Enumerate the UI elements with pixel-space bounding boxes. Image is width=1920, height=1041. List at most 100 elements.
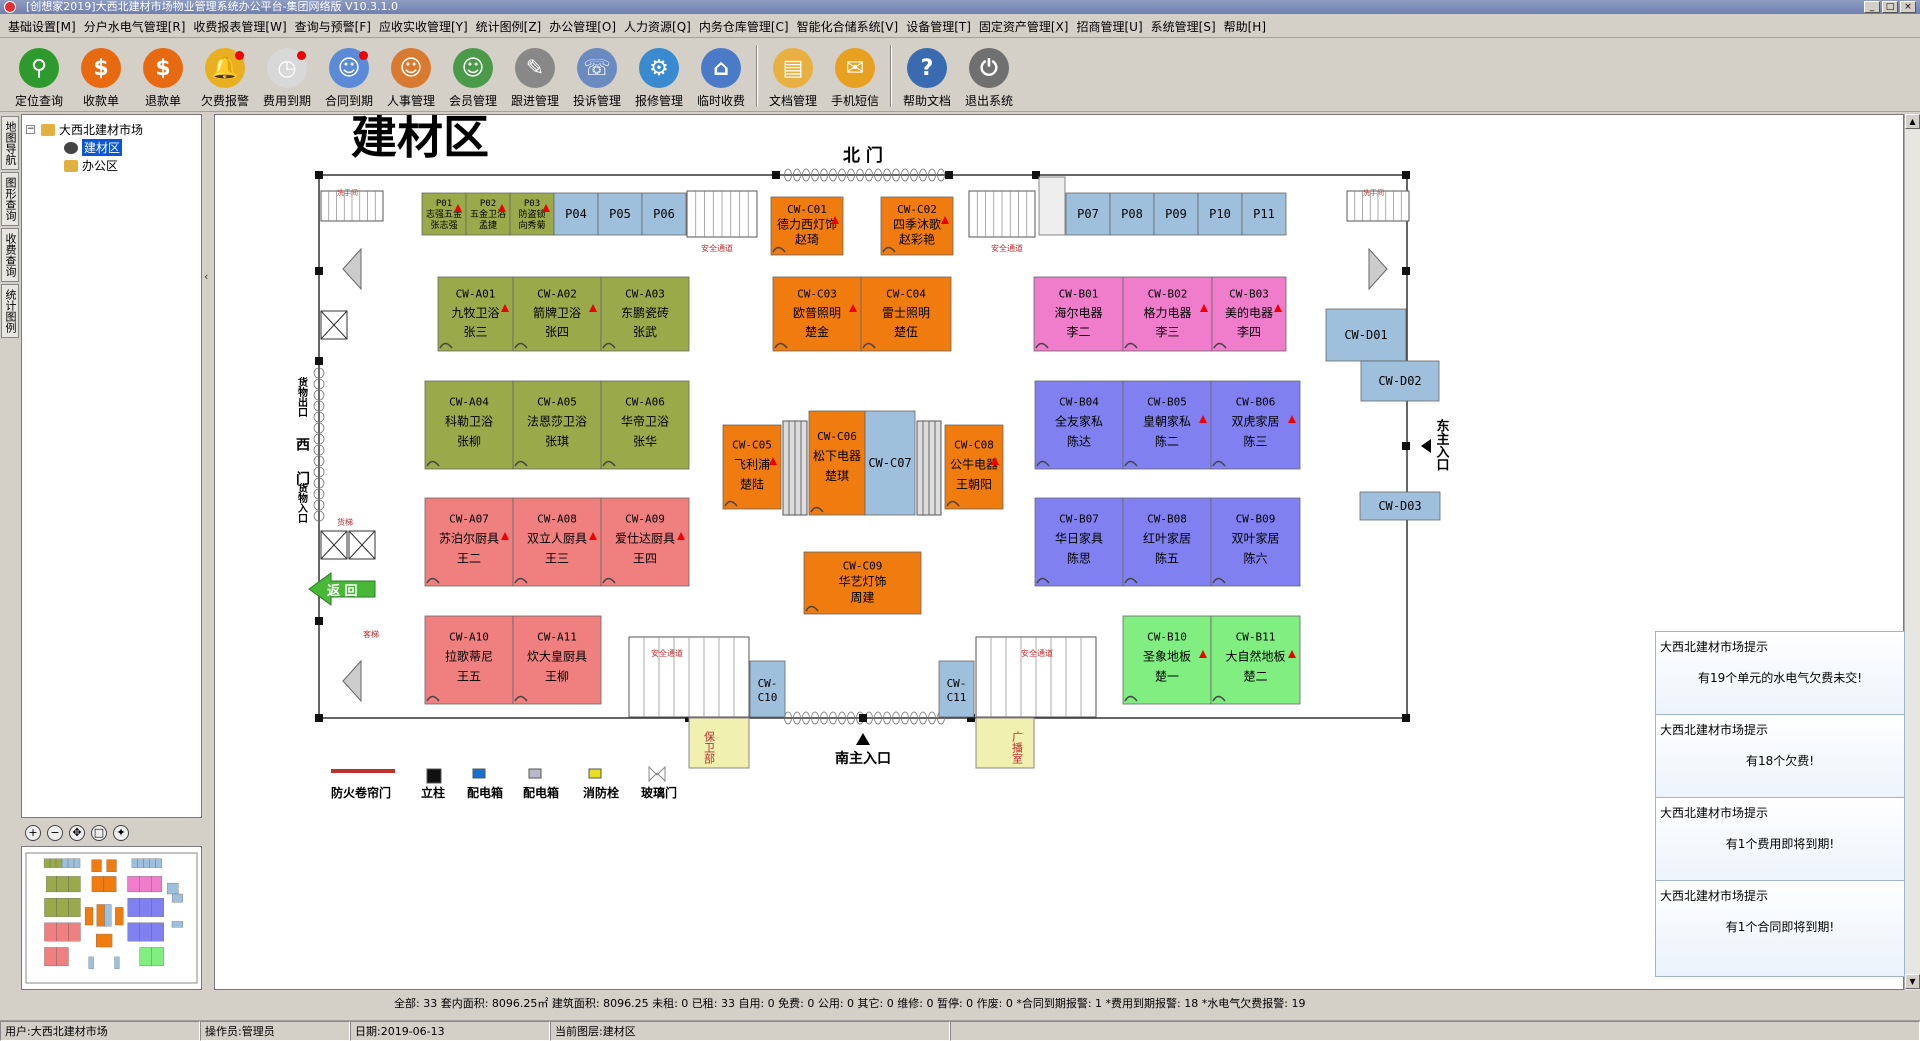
unit-CW-D03[interactable]: CW-D03 <box>1359 491 1441 521</box>
side-tab-1[interactable]: 图形查询 <box>1 172 19 226</box>
unit-CW-D02[interactable]: CW-D02 <box>1360 360 1440 402</box>
menu-item-1[interactable]: 分户水电气管理[R] <box>80 17 190 37</box>
unit-CW-A01[interactable]: CW-A01 九牧卫浴张三 <box>437 276 514 352</box>
unit-P10[interactable]: P10 <box>1197 192 1243 236</box>
vertical-scrollbar[interactable]: ▲ ▼ <box>1904 114 1920 990</box>
toolbar-button-12[interactable]: ▤ 文档管理 <box>762 41 824 111</box>
toolbar-button-5[interactable]: ☺ 合同到期 <box>318 41 380 111</box>
unit-CW-C03[interactable]: CW-C03 欧普照明楚金 <box>772 276 862 352</box>
menu-item-7[interactable]: 人力资源[Q] <box>620 17 695 37</box>
menu-item-8[interactable]: 内务仓库管理[C] <box>695 17 793 37</box>
fit-icon[interactable]: □ <box>91 825 107 841</box>
toolbar-button-9[interactable]: ☏ 投诉管理 <box>566 41 628 111</box>
toolbar-button-2[interactable]: $ 退款单 <box>132 41 194 111</box>
unit-P03[interactable]: P03防盗锁向秀菊 <box>509 192 555 236</box>
unit-CW-A05[interactable]: CW-A05 法恩莎卫浴张琪 <box>512 380 602 470</box>
menu-item-11[interactable]: 固定资产管理[X] <box>975 17 1073 37</box>
unit-CW-B06[interactable]: CW-B06 双虎家居陈三 <box>1210 380 1301 470</box>
unit-CW-B10[interactable]: CW-B10 圣象地板楚一 <box>1122 615 1212 705</box>
unit-P07[interactable]: P07 <box>1065 192 1111 236</box>
unit-CW-B02[interactable]: CW-B02 格力电器李三 <box>1122 276 1213 352</box>
toolbar-button-10[interactable]: ⚙ 报修管理 <box>628 41 690 111</box>
unit-CW-A03[interactable]: CW-A03 东鹏瓷砖张武 <box>600 276 690 352</box>
unit-CW-A07[interactable]: CW-A07 苏泊尔厨具王二 <box>424 497 514 587</box>
unit-CW-A04[interactable]: CW-A04 科勒卫浴张柳 <box>424 380 514 470</box>
unit-CW-B05[interactable]: CW-B05 皇朝家私陈二 <box>1122 380 1212 470</box>
unit-P01[interactable]: P01志强五金张志强 <box>421 192 467 236</box>
unit-CW-C08[interactable]: CW-C08 公牛电器王朝阳 <box>944 424 1004 510</box>
unit-CW-C09[interactable]: CW-C09 华艺灯饰周建 <box>803 551 922 615</box>
collapse-panel-icon[interactable]: ‹ <box>204 270 208 283</box>
side-tab-2[interactable]: 收费查询 <box>1 228 19 282</box>
toolbar-button-4[interactable]: ◷ 费用到期 <box>256 41 318 111</box>
side-tab-3[interactable]: 统计图例 <box>1 284 19 338</box>
tree-item-materials[interactable]: 建材区 <box>64 139 123 156</box>
menu-item-9[interactable]: 智能化合储系统[V] <box>793 17 903 37</box>
toolbar-button-7[interactable]: ☺ 会员管理 <box>442 41 504 111</box>
tree-collapse-icon[interactable]: − <box>26 125 35 134</box>
menu-item-3[interactable]: 查询与预警[F] <box>291 17 375 37</box>
toolbar-button-11[interactable]: ⌂ 临时收费 <box>690 41 752 111</box>
unit-CW-C07[interactable]: CW-C07 <box>864 410 916 516</box>
unit-P05[interactable]: P05 <box>597 192 643 236</box>
zoom-in-icon[interactable]: + <box>25 825 41 841</box>
side-tab-0[interactable]: 地图导航 <box>1 116 19 170</box>
unit-CW-C04[interactable]: CW-C04 雷士照明楚伍 <box>860 276 952 352</box>
unit-P02[interactable]: P02五金卫浴孟捷 <box>465 192 511 236</box>
mini-map[interactable] <box>21 846 202 990</box>
tree-root[interactable]: − 大西北建材市场 <box>26 121 143 138</box>
menu-item-4[interactable]: 应收实收管理[Y] <box>375 17 472 37</box>
unit-CW-C05[interactable]: CW-C05 飞利浦楚陆 <box>722 424 782 510</box>
toolbar-button-15[interactable]: ⏻ 退出系统 <box>958 41 1020 111</box>
unit-CW-A06[interactable]: CW-A06 华帝卫浴张华 <box>600 380 690 470</box>
menu-item-13[interactable]: 系统管理[S] <box>1147 17 1220 37</box>
unit-CW-B07[interactable]: CW-B07 华日家具陈思 <box>1034 497 1124 587</box>
unit-P11[interactable]: P11 <box>1241 192 1287 236</box>
unit-CW-A11[interactable]: CW-A11 炊大皇厨具王柳 <box>512 615 602 705</box>
unit-CW-C11[interactable]: CW-C11 <box>938 660 975 718</box>
unit-CW-A02[interactable]: CW-A02 箭牌卫浴张四 <box>512 276 602 352</box>
toolbar-button-14[interactable]: ? 帮助文档 <box>896 41 958 111</box>
unit-P09[interactable]: P09 <box>1153 192 1199 236</box>
scroll-up-icon[interactable]: ▲ <box>1905 114 1920 129</box>
tree-item-office[interactable]: 办公区 <box>64 157 118 174</box>
toolbar-button-6[interactable]: ☺ 人事管理 <box>380 41 442 111</box>
unit-CW-B01[interactable]: CW-B01 海尔电器李二 <box>1033 276 1124 352</box>
unit-CW-C01[interactable]: CW-C01德力西灯饰赵琦 <box>770 196 844 256</box>
toolbar-button-3[interactable]: 🔔 欠费报警 <box>194 41 256 111</box>
unit-CW-B04[interactable]: CW-B04 全友家私陈达 <box>1034 380 1124 470</box>
toolbar-button-1[interactable]: $ 收款单 <box>70 41 132 111</box>
unit-P06[interactable]: P06 <box>641 192 687 236</box>
zoom-out-icon[interactable]: − <box>47 825 63 841</box>
minimize-button[interactable]: _ <box>1864 1 1880 13</box>
unit-P08[interactable]: P08 <box>1109 192 1155 236</box>
scroll-down-icon[interactable]: ▼ <box>1905 974 1920 989</box>
unit-CW-B09[interactable]: CW-B09 双叶家居陈六 <box>1210 497 1301 587</box>
menu-item-0[interactable]: 基础设置[M] <box>4 17 80 37</box>
menu-item-2[interactable]: 收费报表管理[W] <box>189 17 290 37</box>
unit-CW-B03[interactable]: CW-B03 美的电器李四 <box>1211 276 1287 352</box>
pan-icon[interactable]: ✥ <box>69 825 85 841</box>
close-button[interactable]: × <box>1900 1 1916 13</box>
menu-item-10[interactable]: 设备管理[T] <box>902 17 975 37</box>
unit-CW-C02[interactable]: CW-C02四季沐歌赵彩艳 <box>880 196 954 256</box>
toolbar-button-13[interactable]: ✉ 手机短信 <box>824 41 886 111</box>
unit-CW-D01[interactable]: CW-D01 <box>1325 308 1407 362</box>
menu-item-6[interactable]: 办公管理[O] <box>545 17 620 37</box>
menu-item-5[interactable]: 统计图例[Z] <box>472 17 546 37</box>
unit-CW-A09[interactable]: CW-A09 爱仕达厨具王四 <box>600 497 690 587</box>
menu-item-14[interactable]: 帮助[H] <box>1220 17 1270 37</box>
unit-CW-B11[interactable]: CW-B11 大自然地板楚二 <box>1210 615 1301 705</box>
toolbar-button-8[interactable]: ✎ 跟进管理 <box>504 41 566 111</box>
unit-CW-A08[interactable]: CW-A08 双立人厨具王三 <box>512 497 602 587</box>
unit-CW-B08[interactable]: CW-B08 红叶家居陈五 <box>1122 497 1212 587</box>
light-icon[interactable]: ✦ <box>113 825 129 841</box>
unit-CW-C10[interactable]: CW-C10 <box>749 660 786 718</box>
floor-map-canvas[interactable]: 建材区北 门南主入口 货物出口西门货物入口 东主入口 安全通道 安全通道 安全通道 安全通道… <box>214 114 1904 990</box>
maximize-button[interactable]: □ <box>1882 1 1898 13</box>
unit-CW-A10[interactable]: CW-A10 拉歌蒂尼王五 <box>424 615 514 705</box>
notification-popup[interactable]: 大西北建材市场提示 有1个合同即将到期! <box>1655 880 1905 977</box>
menu-item-12[interactable]: 招商管理[U] <box>1072 17 1146 37</box>
toolbar-button-0[interactable]: ⚲ 定位查询 <box>8 41 70 111</box>
unit-CW-C06[interactable]: CW-C06 松下电器楚琪 <box>808 410 866 516</box>
